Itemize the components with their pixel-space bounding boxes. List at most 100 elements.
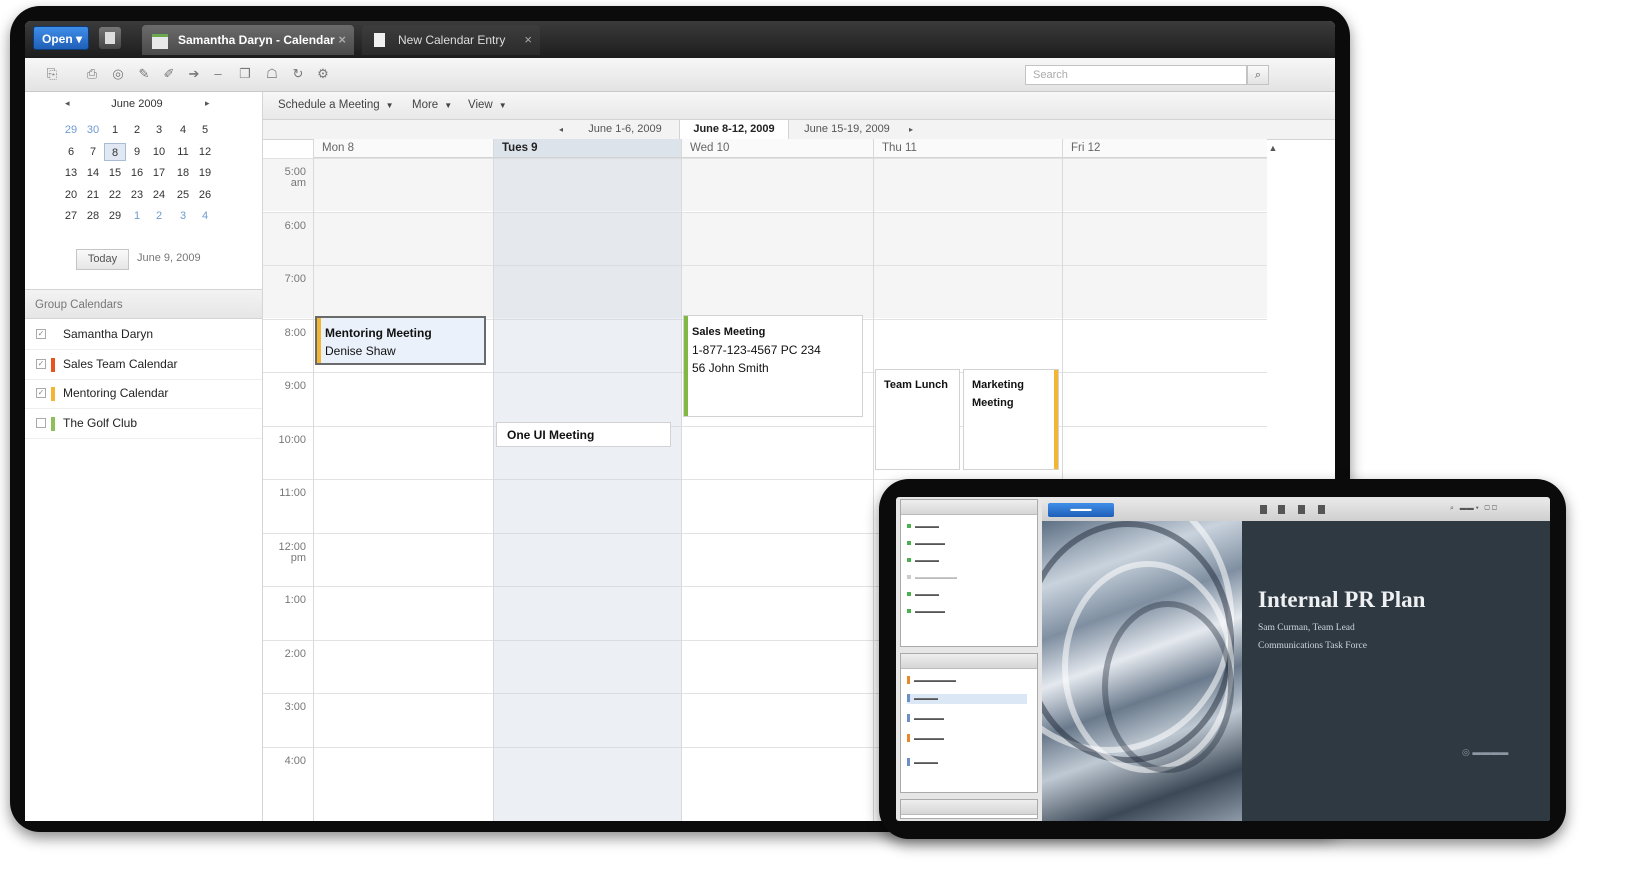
new-icon[interactable]: ⎘	[45, 67, 59, 81]
mini-calendar-day[interactable]: 2	[148, 207, 170, 225]
week-prev[interactable]: June 1-6, 2009	[571, 120, 679, 139]
day-column-wed[interactable]	[681, 158, 874, 821]
mini-calendar-day[interactable]: 14	[82, 164, 104, 182]
mini-calendar-day[interactable]: 1	[104, 121, 126, 139]
group-calendar-item[interactable]: ✓ Sales Team Calendar	[25, 350, 262, 380]
participant-row[interactable]: ▬▬▬▬	[907, 556, 939, 566]
mini-calendar-day[interactable]: 19	[194, 164, 216, 182]
mini-calendar-day[interactable]: 10	[148, 143, 170, 161]
mini-calendar-day[interactable]: 4	[172, 121, 194, 139]
refresh-icon[interactable]: ↻	[291, 67, 305, 81]
minus-icon[interactable]: –	[211, 67, 225, 81]
next-slide-icon[interactable]	[1318, 505, 1325, 514]
participant-row[interactable]: ▬▬▬▬	[907, 590, 939, 600]
library-item[interactable]: ▬▬▬▬▬	[907, 714, 944, 724]
participant-row[interactable]: ▬▬▬▬▬▬▬	[907, 573, 957, 583]
mini-calendar-day[interactable]: 4	[194, 207, 216, 225]
mini-calendar-day[interactable]: 11	[172, 143, 194, 161]
tab-calendar[interactable]: Samantha Daryn - Calendar ×	[142, 25, 354, 55]
prev-slide-icon[interactable]	[1278, 505, 1285, 514]
mini-calendar-day[interactable]: 3	[172, 207, 194, 225]
group-calendar-item[interactable]: The Golf Club	[25, 409, 262, 439]
day-header-wed[interactable]: Wed 10	[681, 139, 873, 158]
mini-calendar-day[interactable]: 23	[126, 186, 148, 204]
checkbox[interactable]: ✓	[36, 329, 46, 339]
print-icon[interactable]: ⎙	[85, 67, 99, 81]
mini-calendar-day[interactable]: 29	[60, 121, 82, 139]
schedule-meeting-button[interactable]: Schedule a Meeting ▼	[278, 92, 394, 119]
mini-calendar-day[interactable]: 18	[172, 164, 194, 182]
checkbox[interactable]	[36, 417, 46, 428]
next-week-icon[interactable]: ▸	[909, 120, 913, 139]
link-icon[interactable]: ✐	[162, 67, 176, 81]
mini-calendar-day[interactable]: 6	[60, 143, 82, 161]
library-item[interactable]: ▬▬▬▬▬	[907, 734, 944, 744]
mini-calendar-day[interactable]: 16	[126, 164, 148, 182]
next-month-icon[interactable]: ▸	[205, 98, 210, 109]
mini-calendar-day[interactable]: 24	[148, 186, 170, 204]
forward-icon[interactable]: ➔	[187, 67, 201, 81]
mini-calendar-day[interactable]: 27	[60, 207, 82, 225]
mini-calendar-day[interactable]: 3	[148, 121, 170, 139]
settings-icon[interactable]: ◎	[111, 67, 125, 81]
checkbox[interactable]: ✓	[36, 388, 46, 398]
first-slide-icon[interactable]	[1260, 505, 1267, 514]
play-icon[interactable]	[1298, 505, 1305, 514]
mini-calendar-day[interactable]: 25	[172, 186, 194, 204]
tools-icon[interactable]: ⚙	[316, 67, 330, 81]
mini-calendar-day[interactable]: 12	[194, 143, 216, 161]
group-calendar-item[interactable]: ✓ Samantha Daryn	[25, 320, 262, 350]
close-icon[interactable]: ×	[338, 25, 346, 55]
meeting-tools[interactable]: ⌕ ▬▬ ▾ ▢ ▢	[1450, 505, 1497, 513]
event-mentoring-meeting[interactable]: Mentoring Meeting Denise Shaw	[315, 316, 486, 365]
prev-week-icon[interactable]: ◂	[559, 120, 563, 139]
day-header-mon[interactable]: Mon 8	[313, 139, 493, 158]
mini-calendar-day[interactable]: 5	[194, 121, 216, 139]
day-header-thu[interactable]: Thu 11	[873, 139, 1062, 158]
mini-calendar-day[interactable]: 1	[126, 207, 148, 225]
day-header-fri[interactable]: Fri 12	[1062, 139, 1267, 158]
mini-calendar-day[interactable]: 26	[194, 186, 216, 204]
mini-calendar-day[interactable]: 2	[126, 121, 148, 139]
mini-calendar-day[interactable]: 8	[104, 142, 126, 161]
day-header-tue[interactable]: Tues 9	[493, 139, 681, 158]
mini-calendar-day[interactable]: 29	[104, 207, 126, 225]
search-icon[interactable]: ⌕	[1247, 65, 1269, 85]
event-one-ui-meeting[interactable]: One UI Meeting	[496, 422, 671, 447]
event-marketing-meeting[interactable]: Marketing Meeting	[963, 369, 1059, 470]
library-item[interactable]: ▬▬▬▬	[907, 694, 1027, 704]
search-input[interactable]: Search	[1025, 65, 1247, 85]
open-button[interactable]: Open ▾	[33, 26, 89, 50]
week-current[interactable]: June 8-12, 2009	[679, 120, 789, 139]
event-team-lunch[interactable]: Team Lunch	[875, 369, 960, 470]
home-icon[interactable]	[99, 27, 121, 49]
today-button[interactable]: Today	[76, 249, 129, 270]
mini-calendar-day[interactable]: 9	[126, 143, 148, 161]
more-button[interactable]: More ▼	[412, 92, 452, 119]
scroll-up-icon[interactable]: ▲	[1267, 139, 1279, 158]
mini-calendar-day[interactable]: 21	[82, 186, 104, 204]
library-item[interactable]: ▬▬▬▬	[907, 758, 938, 768]
day-column-tue[interactable]	[493, 158, 682, 821]
tab-new-entry[interactable]: New Calendar Entry ×	[362, 25, 540, 55]
mini-calendar-day[interactable]: 30	[82, 121, 104, 139]
attach-icon[interactable]: ✎	[137, 67, 151, 81]
mini-calendar-day[interactable]: 7	[82, 143, 104, 161]
participant-row[interactable]: ▬▬▬▬	[907, 522, 939, 532]
mini-calendar-day[interactable]: 22	[104, 186, 126, 204]
mini-calendar-day[interactable]: 13	[60, 164, 82, 182]
view-button[interactable]: View ▼	[468, 92, 507, 119]
meeting-menu-button[interactable]: ▬▬▬	[1048, 503, 1114, 517]
week-next[interactable]: June 15-19, 2009	[787, 120, 907, 139]
mini-calendar-day[interactable]: 28	[82, 207, 104, 225]
checkbox[interactable]: ✓	[36, 358, 46, 369]
participant-row[interactable]: ▬▬▬▬▬	[907, 607, 945, 617]
day-column-mon[interactable]	[313, 158, 494, 821]
participant-row[interactable]: ▬▬▬▬▬	[907, 539, 945, 549]
mini-calendar-day[interactable]: 17	[148, 164, 170, 182]
library-item[interactable]: ▬▬▬▬▬▬▬	[907, 676, 956, 686]
event-sales-meeting[interactable]: Sales Meeting 1-877-123-4567 PC 234 56 J…	[683, 315, 863, 417]
contacts-icon[interactable]: ☖	[265, 67, 279, 81]
prev-month-icon[interactable]: ◂	[65, 98, 70, 109]
group-calendar-item[interactable]: ✓ Mentoring Calendar	[25, 379, 262, 409]
